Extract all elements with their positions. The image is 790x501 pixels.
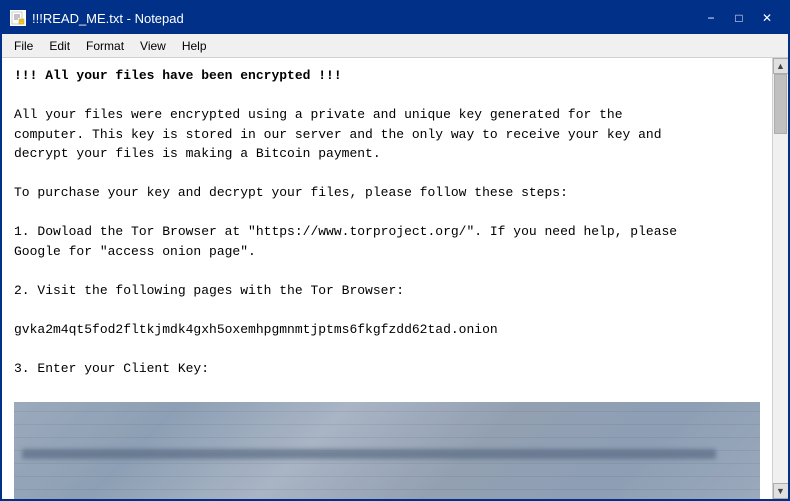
title-bar: !!!READ_ME.txt - Notepad − □ ✕: [2, 2, 788, 34]
scrollbar[interactable]: ▲ ▼: [772, 58, 788, 499]
close-button[interactable]: ✕: [754, 7, 780, 29]
scroll-track[interactable]: [773, 74, 788, 483]
menu-help[interactable]: Help: [174, 37, 215, 55]
scroll-thumb[interactable]: [774, 74, 787, 134]
maximize-button[interactable]: □: [726, 7, 752, 29]
window-controls: − □ ✕: [698, 7, 780, 29]
menu-file[interactable]: File: [6, 37, 41, 55]
menu-format[interactable]: Format: [78, 37, 132, 55]
window-title: !!!READ_ME.txt - Notepad: [32, 11, 184, 26]
minimize-button[interactable]: −: [698, 7, 724, 29]
notepad-window: !!!READ_ME.txt - Notepad − □ ✕ File Edit…: [0, 0, 790, 501]
text-content[interactable]: !!! All your files have been encrypted !…: [2, 58, 772, 499]
content-area: !!! All your files have been encrypted !…: [2, 58, 788, 499]
title-bar-left: !!!READ_ME.txt - Notepad: [10, 10, 184, 26]
menu-view[interactable]: View: [132, 37, 174, 55]
menu-bar: File Edit Format View Help: [2, 34, 788, 58]
menu-edit[interactable]: Edit: [41, 37, 78, 55]
blurred-client-key: [14, 402, 760, 500]
scroll-up-arrow[interactable]: ▲: [773, 58, 789, 74]
scroll-down-arrow[interactable]: ▼: [773, 483, 789, 499]
notepad-icon: [10, 10, 26, 26]
